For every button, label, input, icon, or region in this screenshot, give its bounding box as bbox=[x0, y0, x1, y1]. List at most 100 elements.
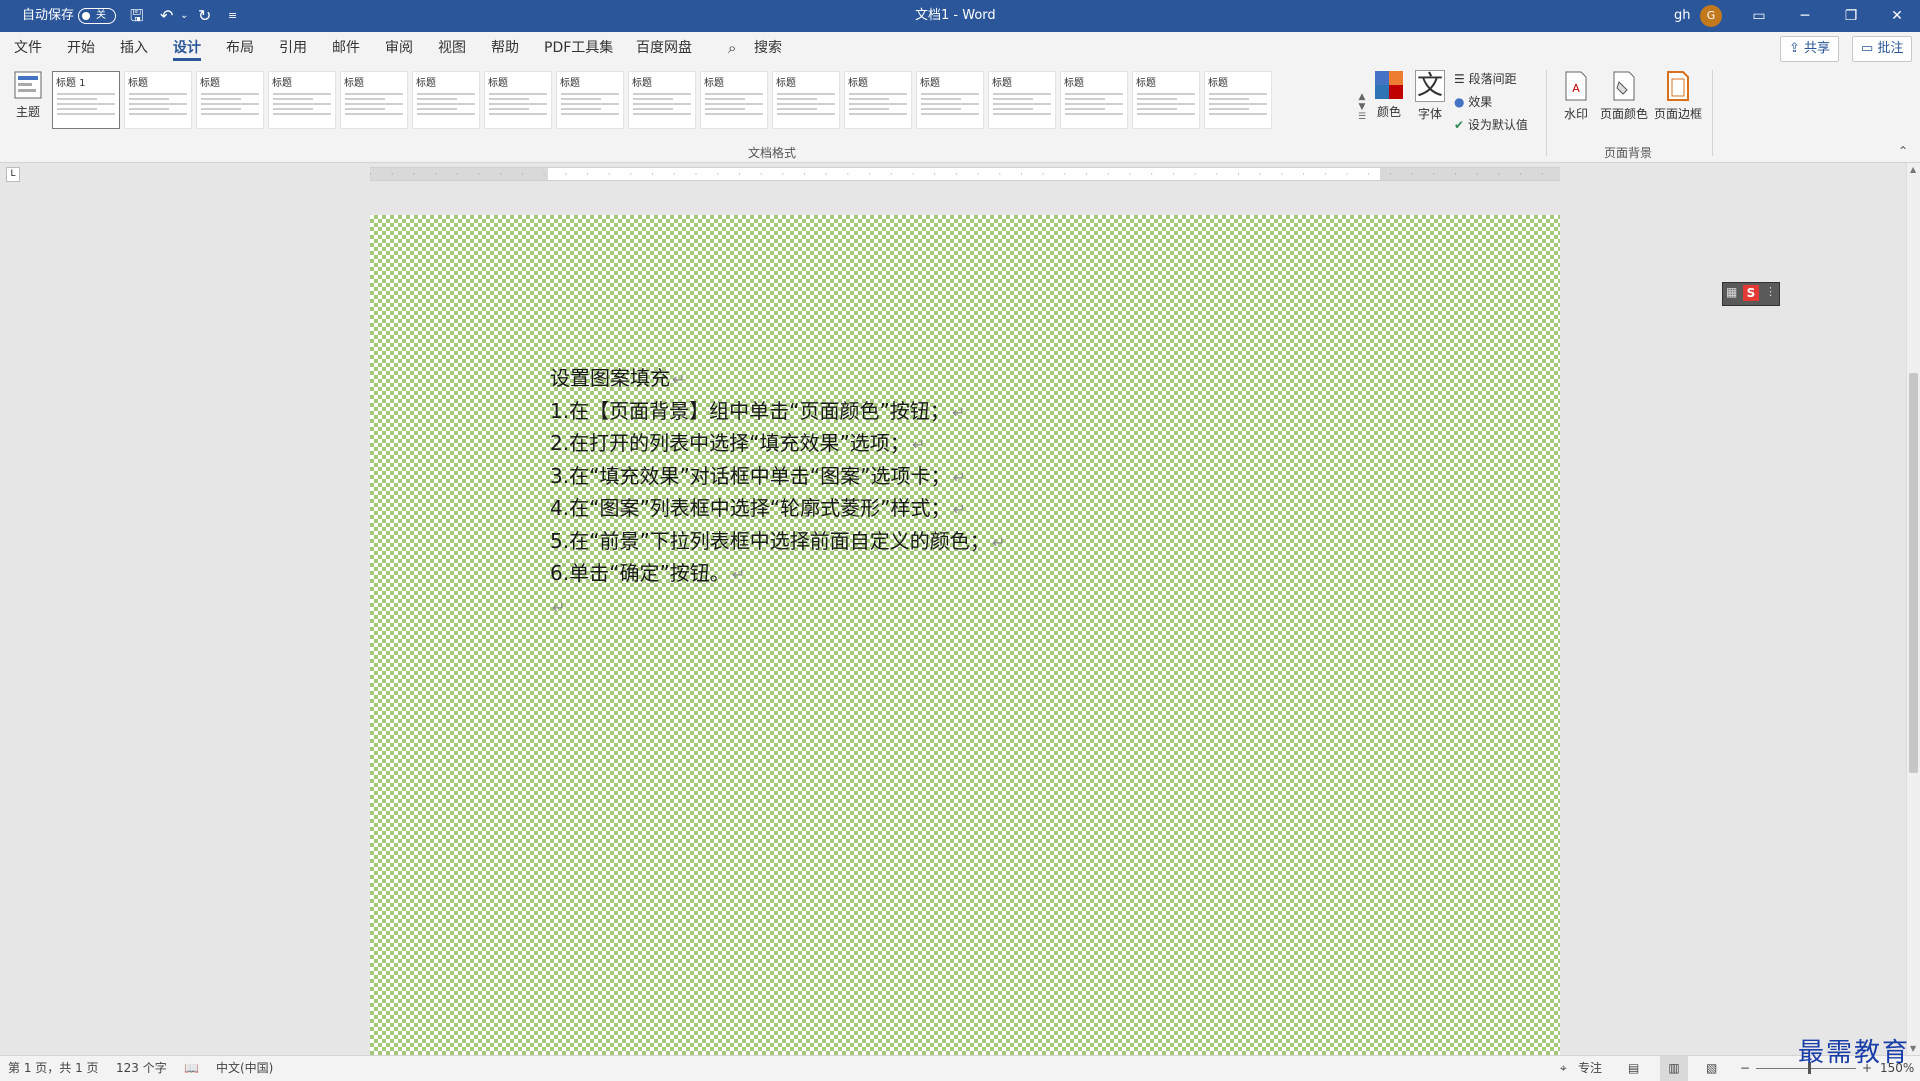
paragraph-spacing-label: 段落间距 bbox=[1468, 72, 1517, 86]
style-set-thumbnail[interactable]: 标题 bbox=[988, 71, 1056, 129]
themes-button[interactable]: 主题 bbox=[10, 70, 46, 120]
style-set-thumbnail[interactable]: 标题 1 bbox=[52, 71, 120, 129]
page-border-button[interactable]: 页面边框 bbox=[1652, 70, 1704, 122]
ribbon-tabs: 文件 开始 插入 设计 布局 引用 邮件 审阅 视图 帮助 PDF工具集 百度网… bbox=[0, 32, 1920, 64]
focus-icon[interactable]: ⌖ bbox=[1560, 1056, 1567, 1081]
tab-selector-icon[interactable]: L bbox=[6, 167, 20, 182]
style-set-thumbnail[interactable]: 标题 bbox=[340, 71, 408, 129]
customize-qat-icon[interactable]: ≡ bbox=[228, 0, 237, 32]
page-color-button[interactable]: 页面颜色 bbox=[1598, 70, 1650, 122]
save-icon[interactable]: 🖫 bbox=[130, 0, 144, 32]
style-preview-line bbox=[1209, 113, 1267, 115]
toolbar-menu-icon[interactable]: ⋮ bbox=[1765, 285, 1776, 298]
scroll-up-icon[interactable]: ▲ bbox=[1910, 165, 1916, 174]
style-set-thumbnail[interactable]: 标题 bbox=[916, 71, 984, 129]
style-set-thumbnail[interactable]: 标题 bbox=[772, 71, 840, 129]
print-layout-icon[interactable]: ▥ bbox=[1660, 1056, 1688, 1081]
tab-insert[interactable]: 插入 bbox=[120, 32, 148, 64]
word-count[interactable]: 123 个字 bbox=[116, 1056, 167, 1081]
page-background-group-label: 页面背景 bbox=[1604, 146, 1653, 160]
set-default-button[interactable]: ✔ 设为默认值 bbox=[1454, 116, 1528, 133]
style-preview-line bbox=[777, 98, 817, 100]
fonts-button[interactable]: 文 字体 bbox=[1412, 70, 1448, 122]
redo-icon[interactable]: ↻ bbox=[198, 0, 211, 32]
tab-view[interactable]: 视图 bbox=[438, 32, 466, 64]
search-box[interactable]: 搜索 bbox=[754, 32, 782, 64]
sogou-icon[interactable]: S bbox=[1743, 285, 1759, 301]
tab-layout[interactable]: 布局 bbox=[226, 32, 254, 64]
scroll-thumb[interactable] bbox=[1909, 373, 1918, 773]
style-preview-line bbox=[705, 113, 763, 115]
keyboard-icon[interactable]: ▦ bbox=[1726, 285, 1737, 299]
style-set-thumbnail[interactable]: 标题 bbox=[556, 71, 624, 129]
style-set-thumbnail[interactable]: 标题 bbox=[700, 71, 768, 129]
style-set-thumbnail[interactable]: 标题 bbox=[628, 71, 696, 129]
language-indicator[interactable]: 中文(中国) bbox=[216, 1056, 273, 1081]
tab-references[interactable]: 引用 bbox=[279, 32, 307, 64]
tab-file[interactable]: 文件 bbox=[14, 32, 42, 64]
document-area: 设置图案填充 ↵ 1.在【页面背景】组中单击“页面颜色”按钮； ↵ 2.在打开的列表… bbox=[0, 185, 1906, 1055]
undo-icon[interactable]: ↶ bbox=[160, 0, 173, 32]
ruler-ticks bbox=[370, 168, 1560, 180]
style-set-thumbnail[interactable]: 标题 bbox=[1204, 71, 1272, 129]
tab-pdf-tools[interactable]: PDF工具集 bbox=[544, 32, 613, 64]
style-preview-line bbox=[417, 113, 475, 115]
style-preview-line bbox=[345, 93, 403, 95]
vertical-scrollbar[interactable]: ▲ ▼ bbox=[1906, 163, 1920, 1055]
horizontal-ruler[interactable] bbox=[370, 167, 1560, 181]
colors-button[interactable]: 颜色 bbox=[1371, 70, 1407, 120]
collapse-ribbon-icon[interactable]: ⌃ bbox=[1898, 144, 1908, 158]
share-button[interactable]: ⇪ 共享 bbox=[1780, 36, 1840, 62]
style-set-thumbnail[interactable]: 标题 bbox=[412, 71, 480, 129]
style-set-thumbnail[interactable]: 标题 bbox=[1060, 71, 1128, 129]
zoom-out-button[interactable]: − bbox=[1740, 1056, 1750, 1081]
search-icon[interactable]: ⌕ bbox=[728, 32, 736, 64]
tab-home[interactable]: 开始 bbox=[67, 32, 95, 64]
comments-button[interactable]: ▭ 批注 bbox=[1852, 36, 1913, 62]
undo-dropdown-icon[interactable]: ⌄ bbox=[180, 0, 188, 32]
document-page[interactable]: 设置图案填充 ↵ 1.在【页面背景】组中单击“页面颜色”按钮； ↵ 2.在打开的列表… bbox=[370, 215, 1560, 1055]
style-preview-line bbox=[273, 108, 313, 110]
style-set-thumbnail[interactable]: 标题 bbox=[268, 71, 336, 129]
paragraph-spacing-button[interactable]: ☰ 段落间距 bbox=[1454, 70, 1517, 87]
style-preview-line bbox=[1065, 93, 1123, 95]
document-body[interactable]: 设置图案填充 ↵ 1.在【页面背景】组中单击“页面颜色”按钮； ↵ 2.在打开的列表… bbox=[550, 363, 1005, 623]
style-preview-line bbox=[777, 103, 835, 105]
tab-help[interactable]: 帮助 bbox=[491, 32, 519, 64]
style-set-thumbnail[interactable]: 标题 bbox=[844, 71, 912, 129]
style-set-thumbnail[interactable]: 标题 bbox=[1132, 71, 1200, 129]
style-preview-line bbox=[993, 113, 1051, 115]
tab-review[interactable]: 审阅 bbox=[385, 32, 413, 64]
tab-baidu-netdisk[interactable]: 百度网盘 bbox=[636, 32, 692, 64]
autosave-state: 关 bbox=[96, 10, 106, 21]
web-layout-icon[interactable]: ▧ bbox=[1706, 1056, 1717, 1081]
minimize-icon[interactable]: ─ bbox=[1782, 0, 1828, 32]
step-text: 6.单击“确定”按钮。 bbox=[550, 561, 730, 585]
effects-button[interactable]: ● 效果 bbox=[1454, 93, 1492, 110]
restore-icon[interactable]: ❐ bbox=[1828, 0, 1874, 32]
tab-design[interactable]: 设计 bbox=[173, 32, 201, 64]
tab-mailings[interactable]: 邮件 bbox=[332, 32, 360, 64]
focus-label[interactable]: 专注 bbox=[1578, 1056, 1602, 1081]
proofing-icon[interactable]: 📖 bbox=[184, 1056, 199, 1081]
read-mode-icon[interactable]: ▤ bbox=[1628, 1056, 1639, 1081]
close-icon[interactable]: ✕ bbox=[1874, 0, 1920, 32]
gallery-scroll-icon[interactable]: ▲ ▼ ☰ bbox=[1355, 92, 1369, 122]
style-preview-line bbox=[417, 93, 475, 95]
step-text: 2.在打开的列表中选择“填充效果”选项； bbox=[550, 431, 910, 455]
style-set-thumbnail[interactable]: 标题 bbox=[484, 71, 552, 129]
style-set-thumbnail[interactable]: 标题 bbox=[196, 71, 264, 129]
style-preview-line bbox=[345, 113, 403, 115]
watermark-button[interactable]: A 水印 bbox=[1558, 70, 1594, 122]
page-count[interactable]: 第 1 页，共 1 页 bbox=[8, 1056, 99, 1081]
autosave-toggle[interactable]: 关 bbox=[78, 8, 116, 24]
style-set-title: 标题 bbox=[560, 78, 580, 89]
user-name[interactable]: gh bbox=[1674, 0, 1691, 32]
step-line: 6.单击“确定”按钮。 ↵ bbox=[550, 558, 1005, 591]
avatar[interactable]: G bbox=[1700, 5, 1722, 27]
ribbon-display-icon[interactable]: ▭ bbox=[1736, 0, 1782, 32]
style-preview-line bbox=[57, 98, 97, 100]
ime-toolbar[interactable]: ▦ S ⋮ bbox=[1722, 282, 1780, 306]
style-set-thumbnail[interactable]: 标题 bbox=[124, 71, 192, 129]
scroll-down-icon[interactable]: ▼ bbox=[1910, 1044, 1916, 1053]
